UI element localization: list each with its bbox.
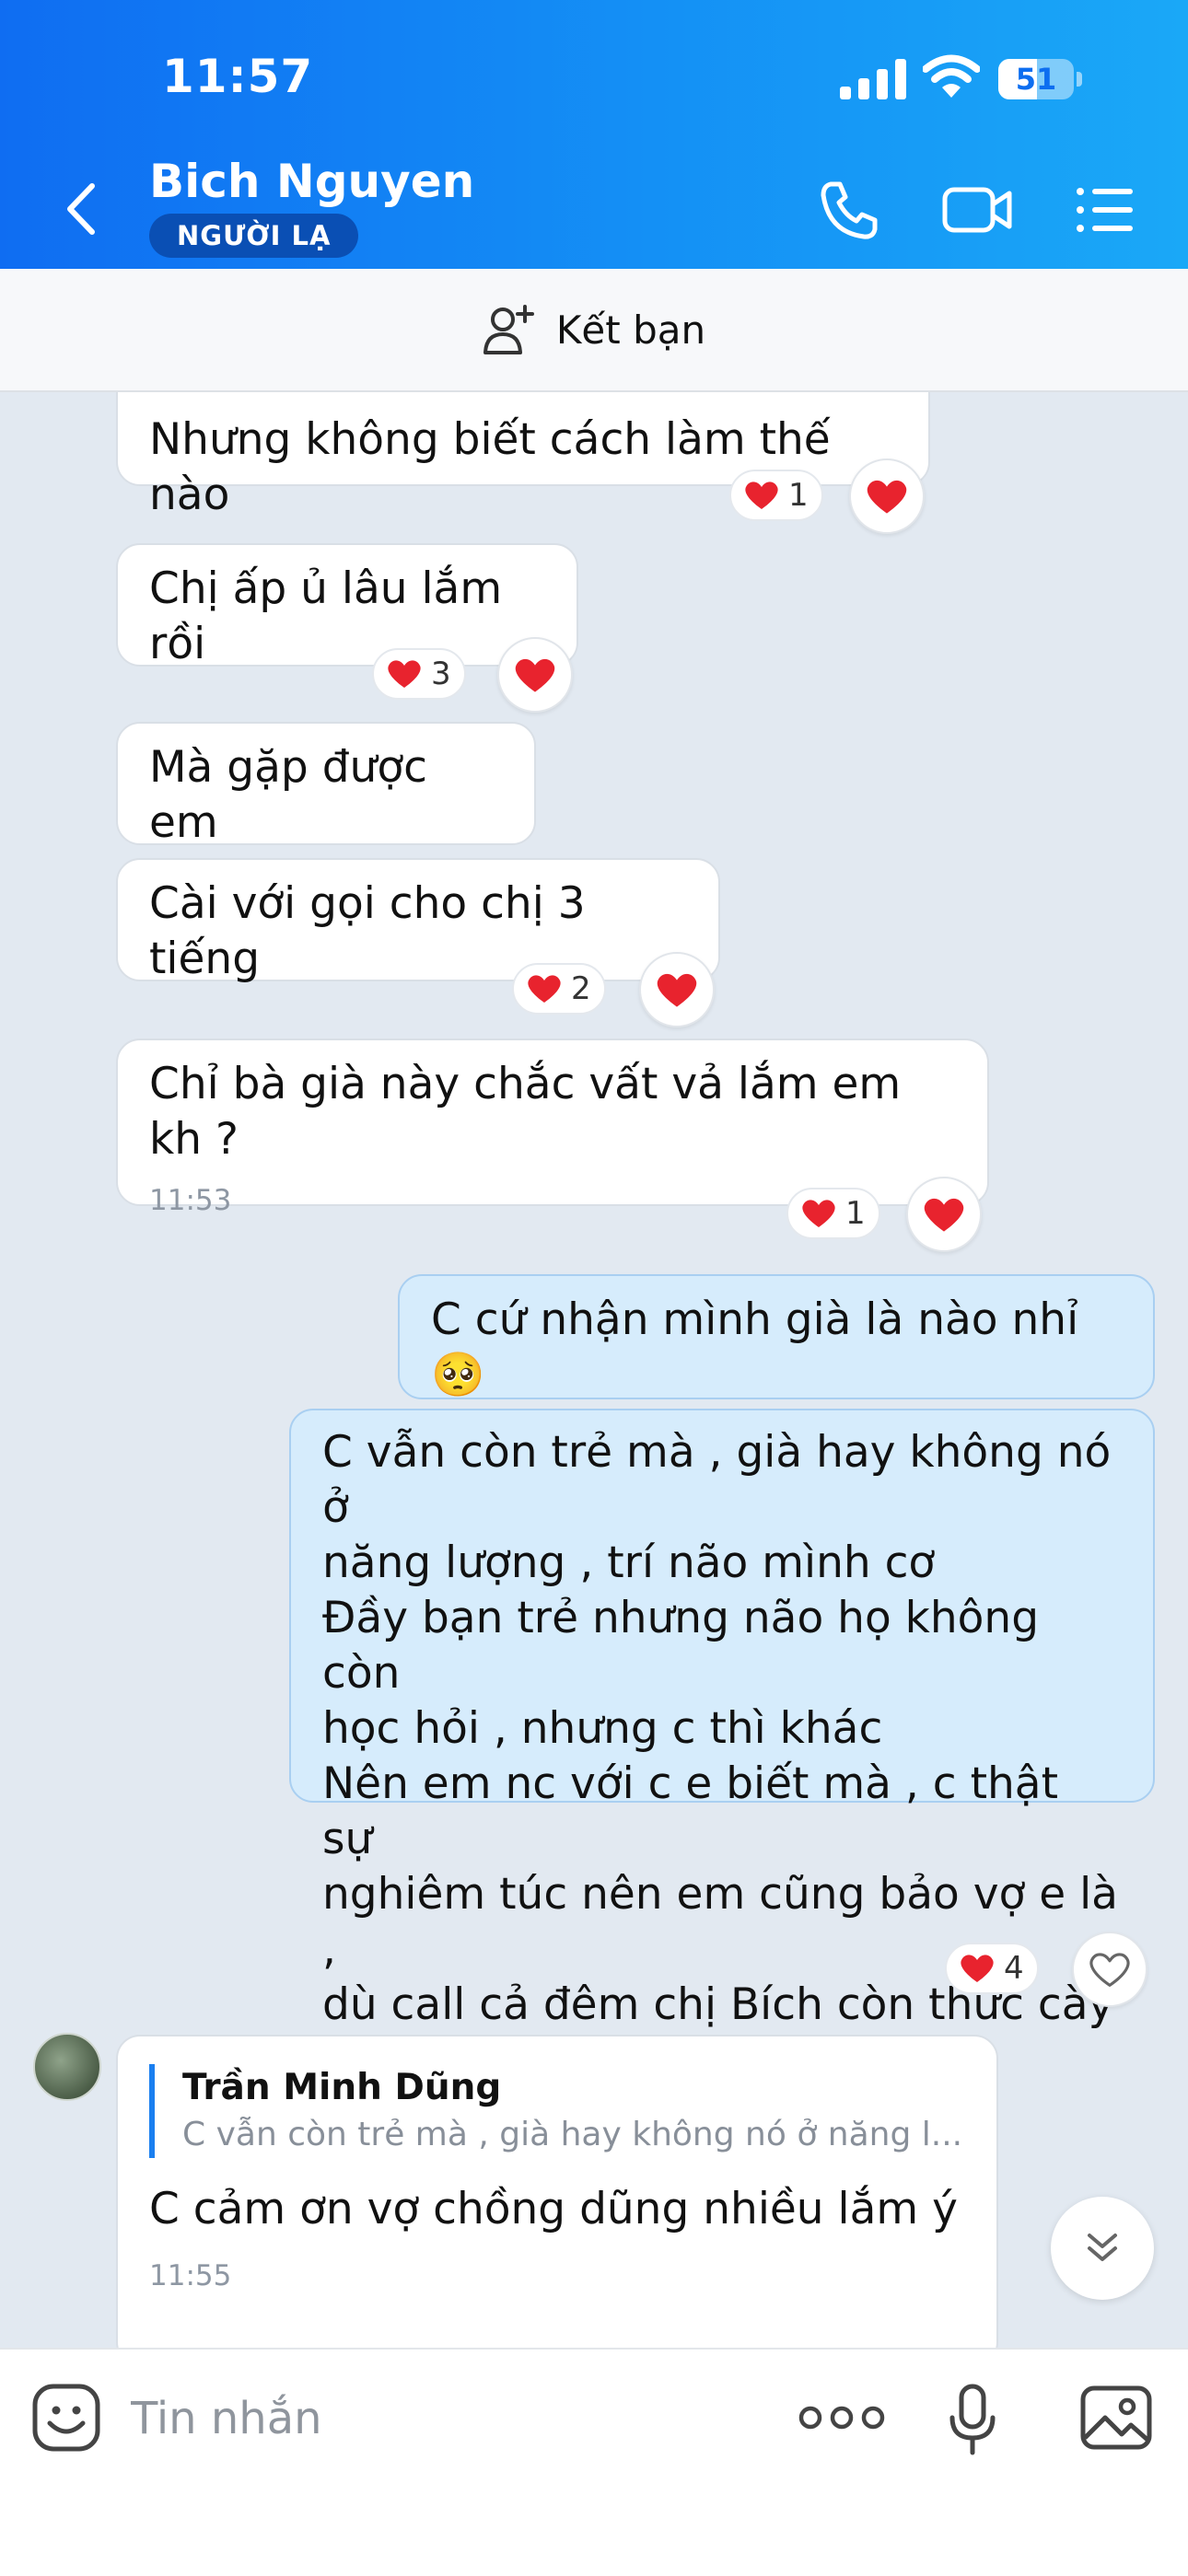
stranger-badge: NGƯỜI LẠ: [149, 214, 359, 258]
message-time: 11:55: [149, 2259, 232, 2292]
heart-outline-icon: [1089, 1952, 1130, 1987]
message-line: Đầy bạn trẻ nhưng não họ không còn: [322, 1593, 1040, 1699]
message-text: C cứ nhận mình già là nào nhỉ 🥺: [431, 1294, 1079, 1400]
add-friend-icon: [483, 305, 534, 354]
quote-text: C vẫn còn trẻ mà , già hay không nó ở nă…: [182, 2116, 963, 2153]
react-button[interactable]: [639, 952, 715, 1027]
phone-icon[interactable]: [816, 177, 882, 243]
reaction-count-number: 1: [845, 1195, 866, 1232]
message-input[interactable]: [129, 2383, 777, 2454]
reaction-count[interactable]: 2: [512, 963, 606, 1015]
cellular-signal-icon: [840, 59, 906, 99]
wifi-icon: [923, 54, 980, 98]
message-text: C cảm ơn vợ chồng dũng nhiều lắm ý: [149, 2184, 958, 2234]
react-button[interactable]: [1072, 1932, 1147, 2007]
message-input-bar: [0, 2348, 1188, 2576]
heart-icon: [802, 1200, 835, 1227]
back-button[interactable]: [53, 177, 109, 241]
message-text: Cài với gọi cho chị 3 tiếng: [149, 878, 586, 984]
message-bubble-incoming[interactable]: Mà gặp được em: [116, 722, 536, 848]
chat-area[interactable]: Nhưng không biết cách làm thế nào 1 Chị …: [0, 392, 1188, 2348]
battery-cap: [1077, 72, 1082, 87]
quote-author: Trần Minh Dũng: [182, 2067, 502, 2108]
react-button[interactable]: [497, 637, 573, 713]
sticker-icon[interactable]: [31, 2383, 101, 2453]
heart-icon: [515, 658, 555, 692]
microphone-icon[interactable]: [945, 2383, 1000, 2456]
reaction-count-number: 4: [1004, 1950, 1024, 1987]
status-time: 11:57: [162, 50, 314, 103]
heart-icon: [867, 480, 907, 514]
react-button[interactable]: [906, 1177, 982, 1252]
reaction-count-number: 3: [431, 656, 451, 692]
avatar[interactable]: [33, 2033, 101, 2101]
reaction-count[interactable]: 1: [729, 470, 823, 521]
message-bubble-outgoing[interactable]: C cứ nhận mình già là nào nhỉ 🥺: [398, 1274, 1155, 1400]
more-dots-icon[interactable]: [798, 2397, 886, 2438]
heart-icon: [924, 1198, 964, 1232]
message-text: Chỉ bà già này chắc vất vả lắm em kh ?: [149, 1059, 902, 1165]
heart-icon: [961, 1955, 994, 1982]
heart-icon: [388, 660, 421, 688]
chevron-double-down-icon: [1088, 2234, 1117, 2261]
menu-list-icon[interactable]: [1072, 177, 1138, 243]
message-bubble-outgoing[interactable]: C vẫn còn trẻ mà , già hay không nó ở nă…: [289, 1409, 1155, 2129]
add-friend-bar[interactable]: Kết bạn: [0, 269, 1188, 392]
heart-icon: [657, 973, 697, 1007]
message-bubble-reply[interactable]: Trần Minh Dũng C vẫn còn trẻ mà , già ha…: [116, 2035, 998, 2348]
react-button[interactable]: [849, 458, 925, 534]
heart-icon: [528, 975, 561, 1003]
battery-indicator: 51: [998, 59, 1074, 99]
battery-percent: 51: [1015, 62, 1057, 97]
scroll-to-bottom-button[interactable]: [1051, 2197, 1154, 2300]
message-line: học hỏi , nhưng c thì khác: [322, 1703, 883, 1754]
message-line: Nên em nc với c e biết mà , c thật sự: [322, 1758, 1059, 1864]
chat-header: 11:57 51 Bich Nguyen NGƯỜI LẠ: [0, 0, 1188, 269]
video-call-icon[interactable]: [941, 177, 1013, 243]
image-icon[interactable]: [1079, 2385, 1153, 2451]
message-text: Nhưng không biết cách làm thế nào: [149, 414, 831, 520]
contact-name[interactable]: Bich Nguyen: [149, 155, 474, 208]
reaction-count-number: 2: [571, 970, 591, 1007]
message-bubble-incoming[interactable]: Chỉ bà già này chắc vất vả lắm em kh ? 1…: [116, 1039, 989, 1217]
message-bubble-incoming[interactable]: Cài với gọi cho chị 3 tiếng: [116, 858, 720, 984]
reaction-count-number: 1: [788, 477, 809, 514]
reaction-count[interactable]: 1: [786, 1188, 880, 1239]
message-line: năng lượng , trí não mình cơ: [322, 1537, 936, 1588]
message-text: Mà gặp được em: [149, 742, 427, 848]
reaction-count[interactable]: 4: [945, 1943, 1039, 1994]
heart-icon: [745, 482, 778, 509]
reaction-count[interactable]: 3: [372, 648, 466, 700]
quoted-message[interactable]: Trần Minh Dũng C vẫn còn trẻ mà , già ha…: [149, 2064, 965, 2158]
message-line: C vẫn còn trẻ mà , già hay không nó ở: [322, 1427, 1112, 1533]
add-friend-label: Kết bạn: [555, 307, 706, 353]
